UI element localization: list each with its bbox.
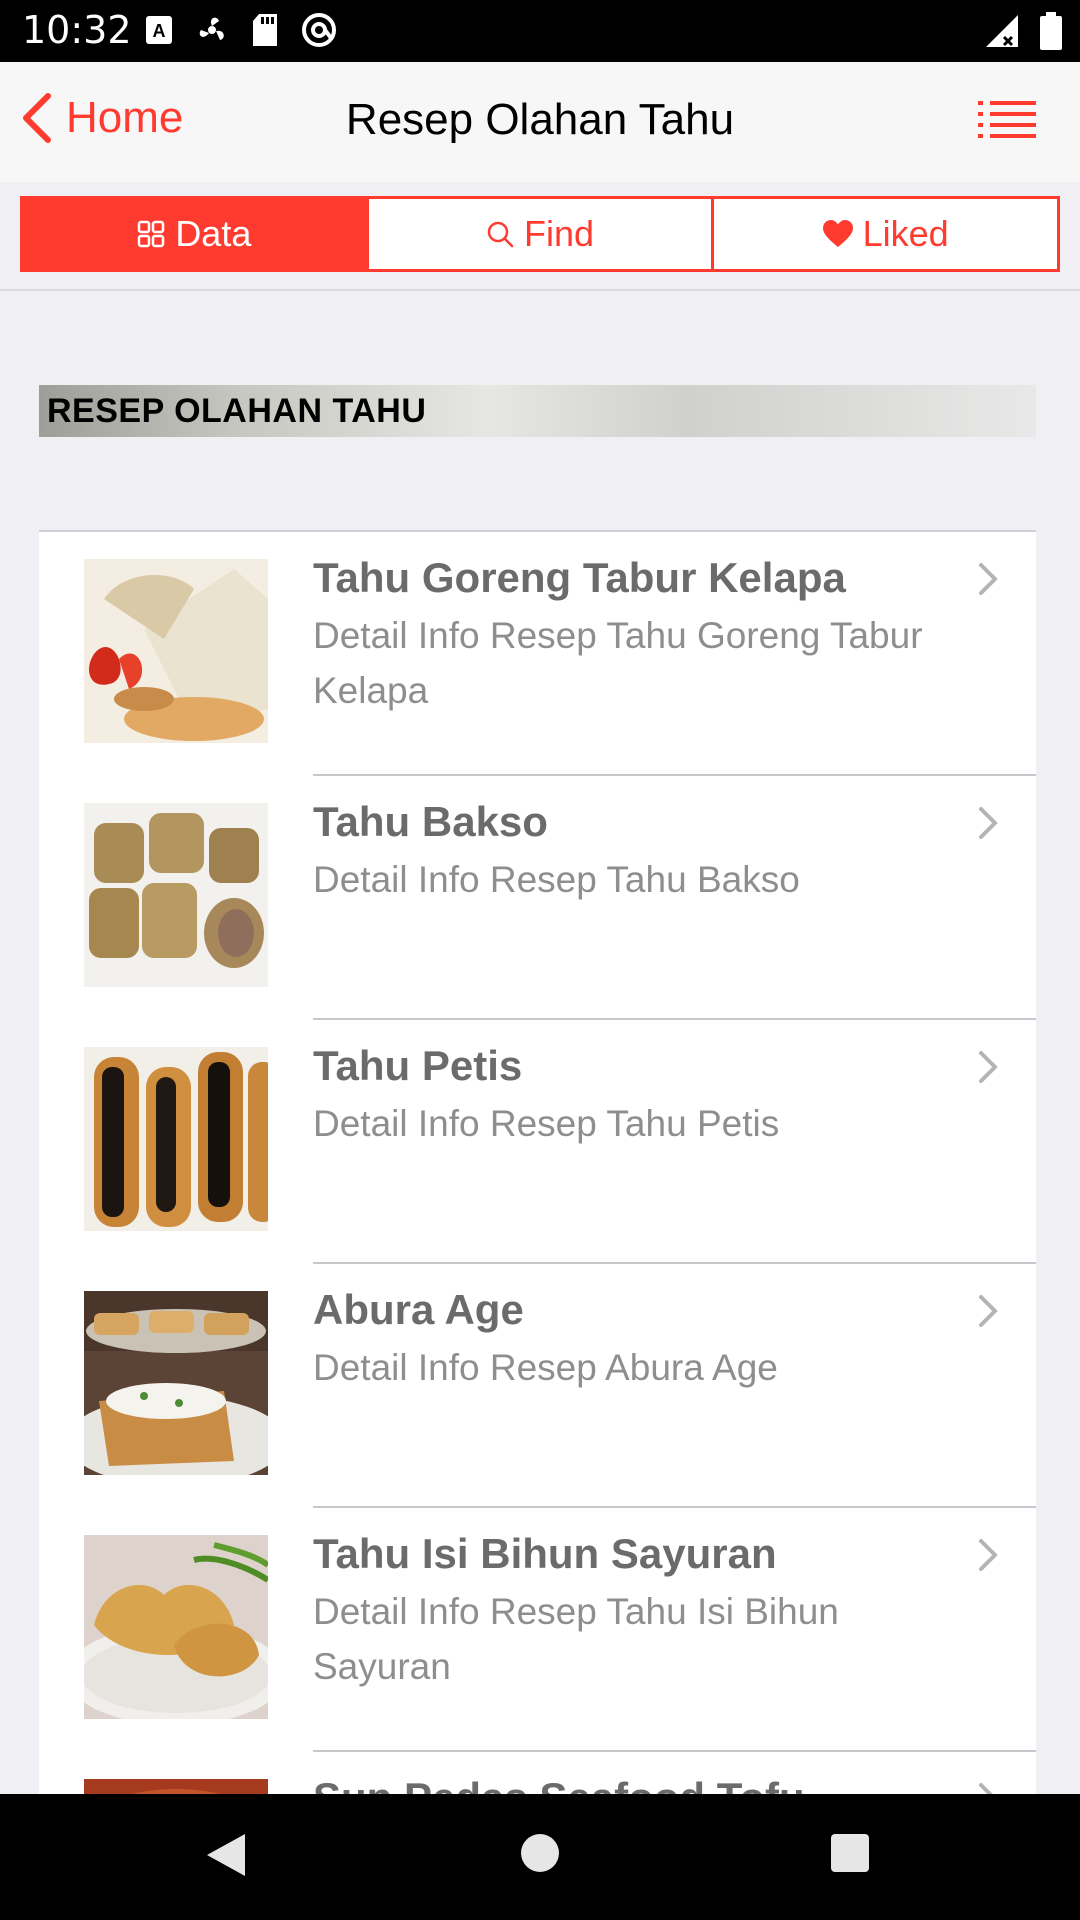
recipe-thumbnail bbox=[84, 1779, 268, 1794]
recipe-thumbnail bbox=[84, 559, 268, 743]
list-item[interactable]: Sup Pedas Seafood Tofu bbox=[39, 1752, 1036, 1794]
section-title: RESEP OLAHAN TAHU bbox=[47, 392, 427, 430]
segmented-tabs: Data Find Liked bbox=[20, 196, 1060, 272]
section-banner: RESEP OLAHAN TAHU bbox=[39, 385, 1036, 437]
recipe-title: Tahu Isi Bihun Sayuran bbox=[313, 1530, 777, 1577]
status-time: 10:32 bbox=[22, 8, 132, 52]
page-title: Resep Olahan Tahu bbox=[345, 95, 735, 144]
list-item[interactable]: Tahu Goreng Tabur Kelapa Detail Info Res… bbox=[39, 532, 1036, 776]
recipe-title: Tahu Bakso bbox=[313, 798, 548, 845]
tab-find[interactable]: Find bbox=[365, 199, 712, 269]
chevron-right-icon bbox=[979, 1783, 993, 1794]
fan-icon bbox=[199, 17, 224, 40]
recipe-title: Sup Pedas Seafood Tofu bbox=[313, 1774, 805, 1794]
header-divider bbox=[0, 289, 1080, 291]
at-icon bbox=[302, 13, 336, 47]
system-navigation-bar bbox=[0, 1794, 1080, 1920]
recipe-thumbnail bbox=[84, 1047, 268, 1231]
status-icons-right bbox=[984, 12, 1062, 50]
signal-icon bbox=[986, 15, 1018, 47]
tab-find-label: Find bbox=[523, 213, 595, 254]
navbar: Home Resep Olahan Tahu bbox=[0, 62, 1080, 182]
tab-data-label: Data bbox=[175, 213, 252, 254]
recipe-thumbnail bbox=[84, 803, 268, 987]
list-item[interactable]: Tahu Isi Bihun Sayuran Detail Info Resep… bbox=[39, 1508, 1036, 1752]
chevron-right-icon bbox=[979, 1051, 998, 1083]
status-icons-left: A bbox=[145, 12, 337, 48]
chevron-right-icon bbox=[979, 1295, 998, 1327]
recipe-title: Tahu Goreng Tabur Kelapa bbox=[313, 554, 846, 601]
recipe-list: Tahu Goreng Tabur Kelapa Detail Info Res… bbox=[39, 530, 1036, 1794]
list-item[interactable]: Tahu Petis Detail Info Resep Tahu Petis bbox=[39, 1020, 1036, 1264]
list-icon bbox=[978, 101, 1036, 138]
search-icon bbox=[487, 221, 514, 248]
tab-liked-label: Liked bbox=[862, 213, 949, 254]
system-home-icon[interactable] bbox=[521, 1834, 559, 1872]
tab-liked[interactable]: Liked bbox=[711, 199, 1057, 269]
system-back-icon[interactable] bbox=[205, 1832, 247, 1878]
recipe-subtitle: Detail Info Resep Tahu Isi Bihun Sayuran bbox=[313, 1591, 839, 1687]
chevron-right-icon bbox=[979, 1539, 998, 1571]
list-item[interactable]: Abura Age Detail Info Resep Abura Age bbox=[39, 1264, 1036, 1508]
chevron-right-icon bbox=[979, 563, 998, 595]
battery-icon bbox=[1040, 12, 1062, 50]
recipe-subtitle: Detail Info Resep Tahu Goreng Tabur Kela… bbox=[313, 615, 923, 711]
recipe-thumbnail bbox=[84, 1291, 268, 1475]
tab-data[interactable]: Data bbox=[23, 199, 366, 269]
recipe-subtitle: Detail Info Resep Abura Age bbox=[313, 1347, 778, 1388]
list-item[interactable]: Tahu Bakso Detail Info Resep Tahu Bakso bbox=[39, 776, 1036, 1020]
svg-text:A: A bbox=[153, 21, 166, 41]
recipe-thumbnail bbox=[84, 1535, 268, 1719]
menu-button[interactable] bbox=[978, 100, 1036, 145]
status-bar: 10:32 A bbox=[0, 0, 1080, 62]
recipe-subtitle: Detail Info Resep Tahu Petis bbox=[313, 1103, 780, 1144]
grid-icon bbox=[138, 220, 165, 248]
chevron-right-icon bbox=[979, 807, 998, 839]
heart-icon bbox=[822, 220, 853, 247]
sd-card-icon bbox=[253, 14, 277, 46]
system-recents-icon[interactable] bbox=[831, 1834, 869, 1872]
recipe-title: Abura Age bbox=[313, 1286, 524, 1333]
recipe-subtitle: Detail Info Resep Tahu Bakso bbox=[313, 859, 800, 900]
recipe-title: Tahu Petis bbox=[313, 1042, 523, 1089]
font-a-icon: A bbox=[146, 16, 172, 44]
